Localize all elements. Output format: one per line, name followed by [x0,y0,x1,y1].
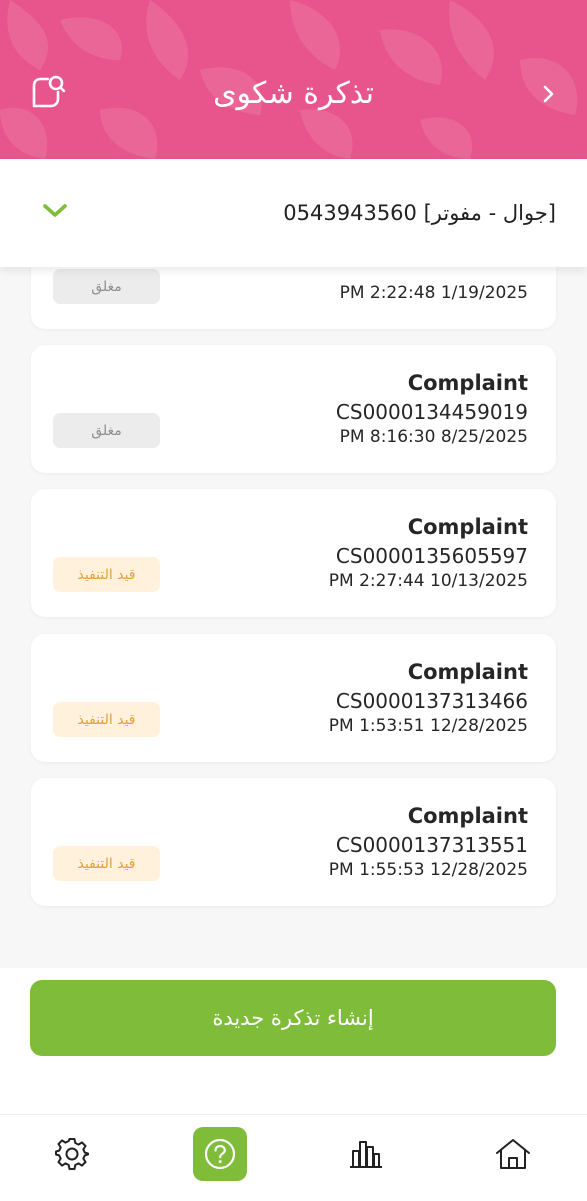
ticket-code: CS0000137313551 [335,833,528,857]
ticket-code: CS0000134459019 [335,400,528,424]
create-ticket-button[interactable]: إنشاء تذكرة جديدة [30,980,556,1056]
ticket-date: PM 8:16:30 8/25/2025 [339,427,528,447]
ticket-type: Complaint [407,660,528,684]
tab-settings[interactable] [45,1127,99,1181]
bottom-action-area: إنشاء تذكرة جديدة [0,968,587,1114]
ticket-type: Complaint [407,371,528,395]
tab-help[interactable] [193,1127,247,1181]
ticket-type: Complaint [407,804,528,828]
gear-icon [55,1138,89,1170]
account-number-label: 0543943560 [جوال - مفوتر] [283,201,556,225]
ticket-card[interactable]: Complaint CS0000137313551 PM 1:55:53 12/… [31,778,556,906]
home-icon [496,1139,530,1169]
ticket-code: CS0000135605597 [335,544,528,568]
help-circle-icon [204,1138,236,1170]
ticket-list[interactable]: PM 2:22:48 1/19/2025 مغلق Complaint CS00… [0,267,587,967]
ticket-card[interactable]: PM 2:22:48 1/19/2025 مغلق [31,267,556,329]
status-badge: مغلق [53,269,160,304]
app-header: تذكرة شكوى [0,0,587,159]
ticket-code: CS0000137313466 [335,689,528,713]
tab-usage[interactable] [339,1127,393,1181]
ticket-card[interactable]: Complaint CS0000135605597 PM 2:27:44 10/… [31,489,556,617]
status-badge: قيد التنفيذ [53,557,160,592]
ticket-date: PM 1:53:51 12/28/2025 [328,716,528,736]
back-button[interactable] [533,78,565,110]
chevron-down-icon [43,204,67,217]
bar-chart-icon [350,1141,382,1168]
ticket-type: Complaint [407,515,528,539]
ticket-date: PM 2:27:44 10/13/2025 [328,571,528,591]
ticket-card[interactable]: Complaint CS0000134459019 PM 8:16:30 8/2… [31,345,556,473]
status-badge: قيد التنفيذ [53,846,160,881]
ticket-card[interactable]: Complaint CS0000137313466 PM 1:53:51 12/… [31,634,556,762]
account-dropdown-toggle[interactable] [38,197,74,227]
page-title: تذكرة شكوى [213,76,374,111]
status-badge: قيد التنفيذ [53,702,160,737]
chevron-right-icon [543,85,554,103]
status-badge: مغلق [53,413,160,448]
bottom-tab-bar [0,1114,587,1201]
ticket-date: PM 2:22:48 1/19/2025 [339,283,528,303]
ticket-date: PM 1:55:53 12/28/2025 [328,860,528,880]
tab-home[interactable] [486,1127,540,1181]
account-selector[interactable]: 0543943560 [جوال - مفوتر] [0,159,587,267]
